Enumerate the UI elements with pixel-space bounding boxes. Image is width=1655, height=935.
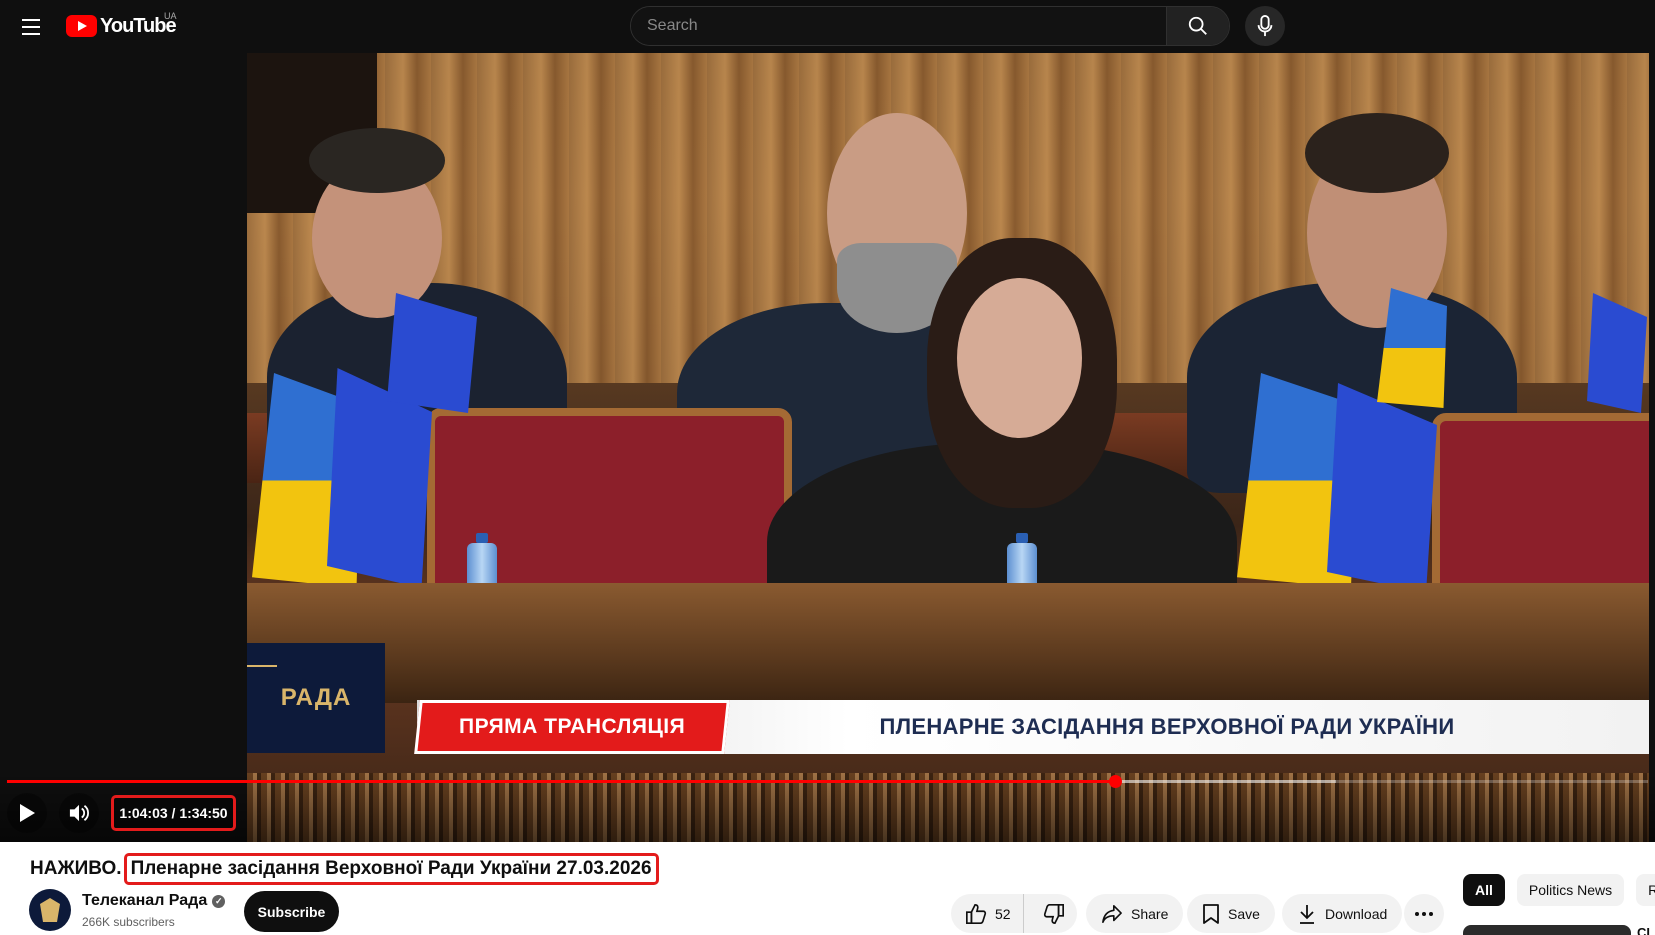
- search-icon: [1188, 16, 1207, 35]
- time-display: 1:04:03 / 1:34:50: [111, 795, 236, 831]
- person-left-hair: [309, 128, 445, 193]
- more-icon: [1415, 911, 1433, 916]
- mic-icon: [1257, 15, 1273, 37]
- chip-related[interactable]: Re: [1636, 874, 1655, 906]
- more-actions-button[interactable]: [1404, 894, 1444, 933]
- desk: [247, 583, 1649, 703]
- dislike-button[interactable]: [1032, 894, 1076, 933]
- volume-icon: [69, 804, 89, 822]
- verified-icon: ✓: [212, 894, 226, 908]
- share-button[interactable]: Share: [1086, 894, 1184, 933]
- menu-icon[interactable]: [16, 12, 46, 42]
- dislike-icon: [1043, 903, 1064, 924]
- save-icon: [1203, 903, 1219, 924]
- subscribe-button[interactable]: Subscribe: [244, 891, 339, 932]
- person-right-hair: [1305, 113, 1449, 193]
- progress-played: [7, 780, 1115, 783]
- filter-chips: All Politics News Re: [1463, 874, 1655, 906]
- search-button[interactable]: [1166, 7, 1229, 45]
- play-button[interactable]: [7, 793, 47, 833]
- search-box: [630, 6, 1230, 46]
- title-main: Пленарне засідання Верховної Ради Україн…: [123, 853, 659, 885]
- country-code: UA: [164, 11, 177, 21]
- subscriber-count: 266K subscribers: [82, 915, 175, 929]
- recommendation-title[interactable]: CI: [1637, 925, 1655, 935]
- video-frame[interactable]: РАДА ПРЯМА ТРАНСЛЯЦІЯ ПЛЕНАРНЕ ЗАСІДАННЯ…: [247, 53, 1649, 842]
- youtube-logo[interactable]: YouTube UA: [66, 11, 177, 38]
- like-button[interactable]: 52: [951, 894, 1024, 933]
- banner-title: ПЛЕНАРНЕ ЗАСІДАННЯ ВЕРХОВНОЇ РАДИ УКРАЇН…: [879, 714, 1455, 739]
- person-front-head: [957, 278, 1082, 438]
- chip-politics-news[interactable]: Politics News: [1516, 874, 1625, 906]
- channel-name-link[interactable]: Телеканал Рада ✓: [82, 892, 226, 910]
- rada-logo-text: РАДА: [280, 684, 352, 711]
- trident-emblem-icon: [40, 898, 60, 922]
- title-prefix: НАЖИВО.: [30, 858, 122, 879]
- live-broadcast-text: ПРЯМА ТРАНСЛЯЦІЯ: [458, 715, 686, 738]
- video-title: НАЖИВО. Пленарне засідання Верховної Рад…: [30, 853, 659, 885]
- controls-gradient: [0, 773, 1655, 842]
- rada-logo-line: [247, 665, 277, 667]
- download-icon: [1300, 904, 1314, 924]
- recommendation-thumbnail[interactable]: [1463, 925, 1631, 935]
- youtube-logo-icon: [66, 15, 97, 37]
- channel-avatar[interactable]: [29, 889, 71, 931]
- voice-search-button[interactable]: [1245, 6, 1285, 46]
- like-icon: [966, 903, 987, 924]
- rada-channel-logo: РАДА: [247, 643, 385, 753]
- share-icon: [1102, 904, 1122, 923]
- mute-button[interactable]: [59, 793, 99, 833]
- video-player[interactable]: РАДА ПРЯМА ТРАНСЛЯЦІЯ ПЛЕНАРНЕ ЗАСІДАННЯ…: [0, 53, 1655, 842]
- progress-bar[interactable]: [7, 775, 1648, 788]
- like-dislike-group: 52: [951, 894, 1077, 933]
- save-label: Save: [1228, 905, 1260, 922]
- live-broadcast-label: ПРЯМА ТРАНСЛЯЦІЯ: [414, 700, 730, 754]
- channel-name: Телеканал Рада: [82, 892, 208, 909]
- download-button[interactable]: Download: [1282, 894, 1403, 933]
- chair-right: [1432, 413, 1649, 603]
- download-label: Download: [1325, 905, 1388, 922]
- search-input[interactable]: [631, 7, 1167, 45]
- masthead: YouTube UA: [0, 0, 1655, 53]
- share-label: Share: [1131, 905, 1169, 922]
- chip-all[interactable]: All: [1463, 874, 1505, 906]
- like-count: 52: [995, 905, 1011, 922]
- progress-scrubber[interactable]: [1108, 775, 1122, 788]
- save-button[interactable]: Save: [1187, 894, 1275, 933]
- play-icon: [20, 804, 35, 822]
